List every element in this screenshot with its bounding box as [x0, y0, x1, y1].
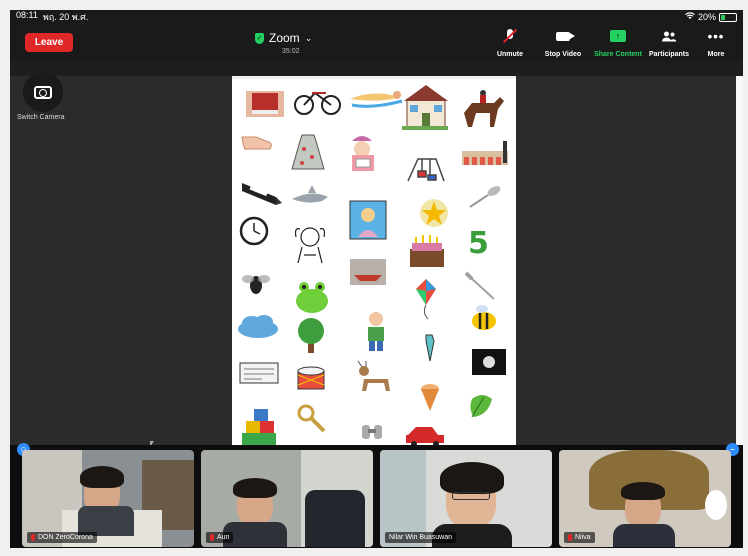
newspaper-picture: [239, 362, 279, 384]
status-date: พฤ. 20 พ.ศ.: [42, 12, 89, 22]
cloud-picture: [238, 315, 278, 338]
participant-tile[interactable]: Nilar Win Buasuwan: [380, 450, 552, 547]
switch-camera-button[interactable]: [23, 72, 63, 112]
picture-grid: 5: [238, 85, 508, 447]
drum-picture: [297, 366, 325, 390]
participant-name-tag: Nilar Win Buasuwan: [385, 532, 457, 543]
participants-icon: [661, 28, 677, 44]
share-content-button[interactable]: ↑ Share Content: [591, 28, 645, 58]
children-picture: [462, 141, 508, 165]
camera-flip-icon: [34, 85, 52, 99]
more-button[interactable]: ••• More: [703, 28, 729, 59]
more-label: More: [707, 51, 725, 58]
participant-name: DON ZeroCorona: [38, 534, 93, 541]
tie-picture: [425, 334, 435, 362]
muted-mic-icon: [31, 534, 35, 541]
meeting-toolbar: Leave ✓ Zoom ⌄ 35:02 Unmute Stop Video ↑…: [10, 24, 743, 62]
status-time: 08:11: [16, 10, 38, 20]
leaf-picture: [470, 395, 492, 418]
meeting-timer: 35:02: [282, 48, 300, 55]
swing-picture: [407, 158, 445, 182]
content-backdrop-right: [516, 76, 736, 488]
crayon-picture: [242, 183, 282, 205]
horse-rider-picture: [464, 90, 504, 127]
unmute-button[interactable]: Unmute: [495, 28, 525, 58]
participant-tile[interactable]: DON ZeroCorona: [22, 450, 194, 547]
leave-button[interactable]: Leave: [25, 33, 73, 52]
dress-picture: [291, 134, 325, 170]
share-arrow-icon: ↑: [610, 30, 626, 42]
participant-name-tag: Aun: [206, 532, 234, 543]
chevron-down-icon: ⌄: [304, 32, 313, 43]
participants-label: Participants: [648, 51, 690, 58]
content-edge: [736, 76, 743, 488]
book-picture: [246, 91, 284, 117]
muted-mic-icon: [568, 534, 572, 541]
star-picture: [420, 199, 448, 227]
crying-boy-picture: [294, 227, 326, 264]
shark-picture: [292, 185, 328, 203]
shield-icon: ✓: [255, 32, 264, 44]
content-backdrop-left: [10, 76, 232, 488]
battery-icon: [719, 12, 737, 22]
participant-name: Nilar Win Buasuwan: [389, 534, 453, 541]
bee-picture: [472, 305, 496, 330]
unmute-label: Unmute: [496, 51, 524, 58]
participant-tile[interactable]: Aun: [201, 450, 373, 547]
meeting-title-dropdown[interactable]: ✓ Zoom ⌄: [255, 31, 312, 45]
switch-camera-label: Switch Camera: [17, 114, 65, 121]
video-camera-icon: [556, 31, 575, 41]
shared-screen[interactable]: 5: [232, 79, 516, 450]
girl-in-frame-picture: [349, 200, 387, 240]
stop-video-button[interactable]: Stop Video: [542, 28, 584, 58]
wifi-icon: [685, 12, 695, 22]
share-content-label: Share Content: [594, 51, 642, 58]
participants-button[interactable]: Participants: [647, 28, 691, 58]
stop-video-label: Stop Video: [544, 51, 582, 58]
participant-name-tag: DON ZeroCorona: [27, 532, 97, 543]
magnifier-picture: [297, 404, 326, 433]
clock-picture: [239, 216, 269, 246]
muted-mic-icon: [502, 28, 518, 44]
bicycle-picture: [294, 91, 341, 115]
participant-name-tag: Niiva: [564, 532, 595, 543]
cake-picture: [410, 235, 444, 267]
participant-name: Aun: [217, 534, 230, 541]
kite-picture: [416, 279, 436, 320]
swimmer-picture: [350, 91, 403, 108]
girl-reading-picture: [352, 136, 374, 171]
stage-top-bar: [10, 62, 743, 76]
binoculars-picture: [362, 425, 382, 439]
frog-picture: [296, 282, 328, 313]
meeting-title: Zoom: [269, 31, 300, 45]
spoon-picture: [469, 186, 501, 208]
moon-picture: [472, 349, 506, 375]
blocks-picture: [242, 409, 276, 445]
fly-picture: [242, 275, 270, 294]
status-bar: 08:11 พฤ. 20 พ.ศ. 20%: [10, 10, 743, 24]
battery-level: 20%: [697, 12, 716, 22]
boat-picture: [350, 259, 386, 285]
house-picture: [402, 85, 448, 130]
fork-picture: [464, 271, 495, 300]
tree-picture: [298, 318, 324, 353]
participant-tile[interactable]: Niiva: [559, 450, 731, 547]
muted-mic-icon: [210, 534, 214, 541]
number-five-picture: 5: [468, 226, 489, 261]
foot-picture: [241, 136, 272, 150]
ice-cream-picture: [421, 384, 439, 411]
goat-picture: [357, 360, 390, 391]
more-dots-icon: •••: [707, 28, 725, 44]
car-picture: [406, 427, 444, 447]
participant-name: Niiva: [575, 534, 591, 541]
boy-picture: [368, 312, 384, 351]
